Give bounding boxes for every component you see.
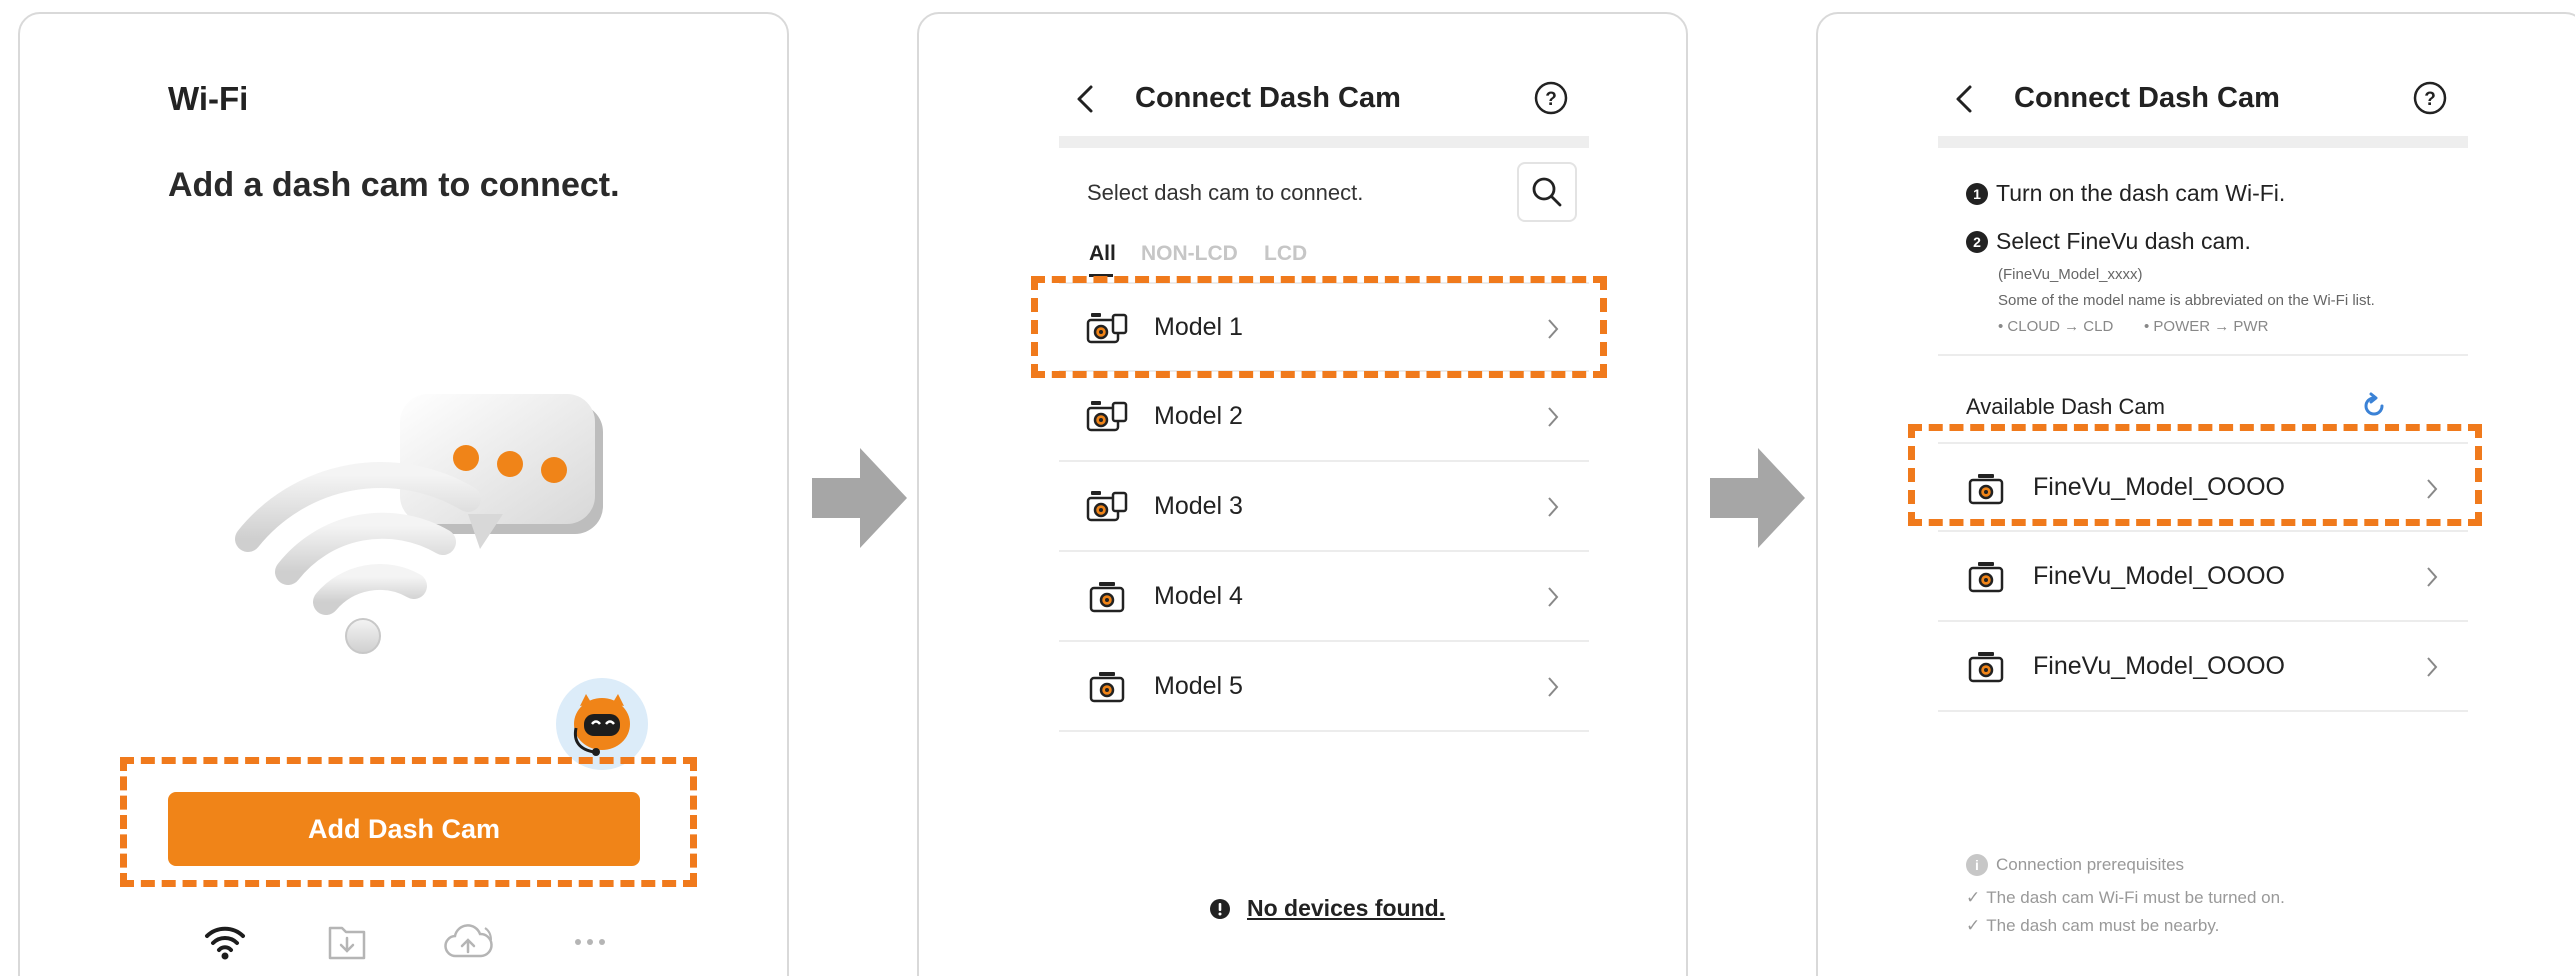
back-arrow-icon[interactable] (1075, 84, 1095, 114)
prerequisite-item-2: ✓ The dash cam must be nearby. (1966, 916, 2219, 936)
chevron-right-icon (1548, 677, 1559, 697)
tab-lcd[interactable]: LCD (1264, 242, 1307, 266)
info-icon: i (1966, 854, 1988, 876)
dashcam-icon (1089, 672, 1125, 703)
chevron-right-icon (2427, 657, 2438, 677)
svg-text:?: ? (2424, 89, 2436, 110)
chevron-right-icon (1548, 407, 1559, 427)
chevron-right-icon (2427, 479, 2438, 499)
header: Connect Dash Cam ? (1938, 76, 2468, 122)
help-icon[interactable]: ? (1533, 80, 1569, 116)
header-divider (1059, 136, 1589, 148)
active-tab-indicator (1089, 274, 1113, 277)
abbreviation-power-text: POWER → PWR (2153, 318, 2269, 335)
cloud-upload-icon[interactable] (443, 920, 495, 964)
device-label: FineVu_Model_OOOO (2033, 651, 2285, 680)
alert-icon (1210, 898, 1230, 919)
dashcam-icon (1968, 652, 2004, 683)
prerequisites-title: Connection prerequisites (1996, 855, 2185, 874)
device-row-3[interactable]: FineVu_Model_OOOO (1938, 622, 2468, 712)
wifi-screen-panel: Wi-Fi Add a dash cam to connect. Add Das… (18, 12, 789, 976)
step-number: 2 (1966, 230, 1988, 253)
dashcam-icon (1968, 474, 2004, 505)
svg-text:?: ? (1545, 89, 1557, 110)
lcd-dashcam-icon (1086, 401, 1128, 432)
abbreviation-cloud-text: CLOUD → CLD (2007, 318, 2114, 335)
header-title: Connect Dash Cam (1135, 82, 1401, 114)
wifi-icon[interactable] (203, 920, 247, 964)
bullet-icon: • (1998, 318, 2008, 335)
connect-dashcam-wifi-panel: Connect Dash Cam ? 1 Turn on the dash ca… (1816, 12, 2575, 976)
model-label: Model 5 (1154, 671, 1243, 700)
model-label: Model 2 (1154, 401, 1243, 430)
instruction-step-1: 1 Turn on the dash cam Wi-Fi. (1966, 180, 2285, 207)
device-label: FineVu_Model_OOOO (2033, 472, 2285, 501)
model-name-format: (FineVu_Model_xxxx) (1998, 266, 2143, 283)
search-button[interactable] (1517, 162, 1577, 222)
wifi-chat-illustration (235, 394, 603, 654)
header: Connect Dash Cam ? (1059, 76, 1589, 122)
abbreviation-note: Some of the model name is abbreviated on… (1998, 292, 2375, 309)
chevron-right-icon (1548, 497, 1559, 517)
tab-non-lcd[interactable]: NON-LCD (1141, 242, 1238, 266)
model-row-4[interactable]: Model 4 (1059, 552, 1589, 642)
model-row-2[interactable]: Model 2 (1059, 372, 1589, 462)
bullet-icon: • (2144, 318, 2154, 335)
check-icon: ✓ (1966, 916, 1981, 935)
model-label: Model 3 (1154, 491, 1243, 520)
step-arrow-icon (1710, 448, 1805, 548)
check-icon: ✓ (1966, 888, 1981, 907)
select-prompt: Select dash cam to connect. (1087, 180, 1364, 205)
tab-all[interactable]: All (1089, 242, 1116, 266)
abbreviation-power: • POWER → PWR (2144, 318, 2268, 335)
device-label: FineVu_Model_OOOO (2033, 561, 2285, 590)
step-text: Select FineVu dash cam. (1996, 228, 2251, 254)
no-devices-message: No devices found. (1209, 895, 1445, 922)
no-devices-link[interactable]: No devices found. (1247, 895, 1445, 922)
available-dashcam-heading: Available Dash Cam (1966, 394, 2165, 419)
section-divider (1938, 354, 2468, 356)
prerequisites-heading: i Connection prerequisites (1966, 854, 2184, 876)
lcd-dashcam-icon (1086, 313, 1128, 344)
abbreviation-cloud: • CLOUD → CLD (1998, 318, 2113, 335)
prerequisite-item-1: ✓ The dash cam Wi-Fi must be turned on. (1966, 888, 2285, 908)
connect-dashcam-list-panel: Connect Dash Cam ? Select dash cam to co… (917, 12, 1688, 976)
chevron-right-icon (2427, 567, 2438, 587)
model-row-5[interactable]: Model 5 (1059, 642, 1589, 732)
header-title: Connect Dash Cam (2014, 82, 2280, 114)
model-row-1[interactable]: Model 1 (1059, 282, 1589, 372)
dashcam-icon (1089, 582, 1125, 613)
step-number: 1 (1966, 182, 1988, 205)
lcd-dashcam-icon (1086, 491, 1128, 522)
step-text: Turn on the dash cam Wi-Fi. (1996, 180, 2286, 206)
add-dash-cam-button[interactable]: Add Dash Cam (168, 792, 640, 866)
assistant-bot-icon[interactable] (554, 676, 650, 772)
more-icon[interactable] (568, 920, 612, 964)
prerequisite-text: The dash cam Wi-Fi must be turned on. (1986, 888, 2285, 907)
download-folder-icon[interactable] (325, 920, 369, 964)
header-divider (1938, 136, 2468, 148)
search-icon (1532, 177, 1562, 207)
chevron-right-icon (1548, 319, 1559, 339)
chevron-right-icon (1548, 587, 1559, 607)
model-label: Model 1 (1154, 312, 1243, 341)
model-label: Model 4 (1154, 581, 1243, 610)
back-arrow-icon[interactable] (1954, 84, 1974, 114)
instruction-step-2: 2 Select FineVu dash cam. (1966, 228, 2251, 255)
device-row-1[interactable]: FineVu_Model_OOOO (1938, 442, 2468, 532)
page-title: Wi-Fi (168, 80, 249, 117)
step-arrow-icon (812, 448, 907, 548)
prerequisite-text: The dash cam must be nearby. (1986, 916, 2220, 935)
model-row-3[interactable]: Model 3 (1059, 462, 1589, 552)
help-icon[interactable]: ? (2412, 80, 2448, 116)
dashcam-icon (1968, 562, 2004, 593)
page-subtitle: Add a dash cam to connect. (168, 166, 620, 204)
device-row-2[interactable]: FineVu_Model_OOOO (1938, 532, 2468, 622)
refresh-icon[interactable] (2360, 392, 2388, 420)
